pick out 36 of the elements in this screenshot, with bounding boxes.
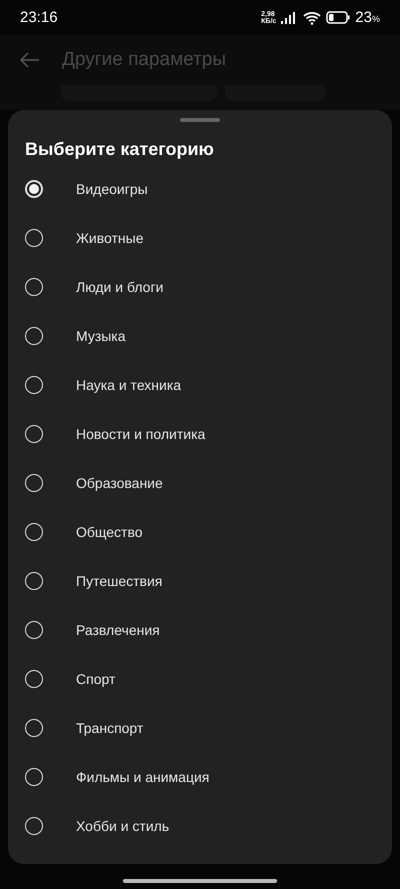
drag-handle[interactable] bbox=[180, 118, 220, 122]
category-option[interactable]: Новости и политика bbox=[8, 409, 392, 458]
radio-button[interactable] bbox=[25, 180, 43, 198]
radio-button[interactable] bbox=[25, 718, 43, 736]
radio-button[interactable] bbox=[25, 376, 43, 394]
category-option[interactable]: Видеоигры bbox=[8, 164, 392, 213]
radio-button[interactable] bbox=[25, 474, 43, 492]
category-option[interactable]: Хобби и стиль bbox=[8, 801, 392, 850]
category-option[interactable]: Люди и блоги bbox=[8, 262, 392, 311]
category-option[interactable]: Развлечения bbox=[8, 605, 392, 654]
radio-button[interactable] bbox=[25, 326, 43, 344]
category-option[interactable]: Фильмы и анимация bbox=[8, 752, 392, 801]
back-arrow-icon[interactable] bbox=[20, 52, 40, 68]
radio-button[interactable] bbox=[25, 768, 43, 786]
radio-button[interactable] bbox=[25, 278, 43, 296]
battery-icon bbox=[326, 11, 350, 24]
radio-button[interactable] bbox=[25, 670, 43, 688]
category-option[interactable]: Путешествия bbox=[8, 556, 392, 605]
category-option[interactable]: Транспорт bbox=[8, 703, 392, 752]
radio-button[interactable] bbox=[25, 228, 43, 246]
category-option[interactable]: Общество bbox=[8, 507, 392, 556]
category-option[interactable]: Музыка bbox=[8, 311, 392, 360]
radio-button[interactable] bbox=[25, 816, 43, 834]
category-option[interactable]: Животные bbox=[8, 213, 392, 262]
category-option[interactable]: Образование bbox=[8, 458, 392, 507]
radio-button[interactable] bbox=[25, 424, 43, 442]
category-option[interactable]: Спорт bbox=[8, 654, 392, 703]
wifi-icon bbox=[303, 10, 322, 24]
sheet-title: Выберите категорию bbox=[24, 138, 215, 159]
status-time: 23:16 bbox=[20, 9, 58, 26]
category-option[interactable]: Наука и техника bbox=[8, 360, 392, 409]
radio-button[interactable] bbox=[25, 620, 43, 638]
radio-button[interactable] bbox=[25, 572, 43, 590]
radio-button[interactable] bbox=[25, 522, 43, 540]
battery-level: 23% bbox=[355, 9, 380, 26]
page-title: Другие параметры bbox=[62, 49, 226, 71]
